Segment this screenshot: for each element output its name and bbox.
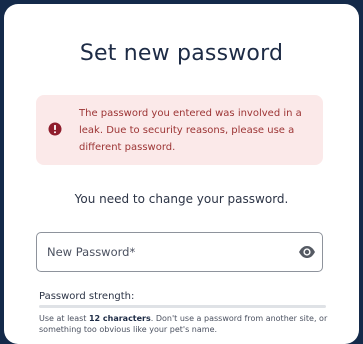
alert-message: The password you entered was involved in… bbox=[79, 108, 302, 153]
password-hint: Use at least 12 characters. Don't use a … bbox=[39, 314, 329, 335]
leak-alert: The password you entered was involved in… bbox=[36, 95, 323, 165]
error-icon bbox=[48, 122, 62, 136]
eye-icon[interactable] bbox=[298, 245, 316, 259]
password-card: Set new password The password you entere… bbox=[4, 4, 359, 344]
change-password-message: You need to change your password. bbox=[74, 192, 289, 206]
hint-prefix: Use at least bbox=[39, 314, 89, 323]
hint-emphasis: 12 characters bbox=[88, 314, 151, 323]
password-strength-meter bbox=[39, 305, 326, 308]
new-password-input[interactable] bbox=[47, 242, 287, 262]
new-password-field[interactable] bbox=[36, 232, 323, 272]
password-strength-label: Password strength: bbox=[39, 291, 135, 302]
page-title: Set new password bbox=[79, 41, 284, 66]
